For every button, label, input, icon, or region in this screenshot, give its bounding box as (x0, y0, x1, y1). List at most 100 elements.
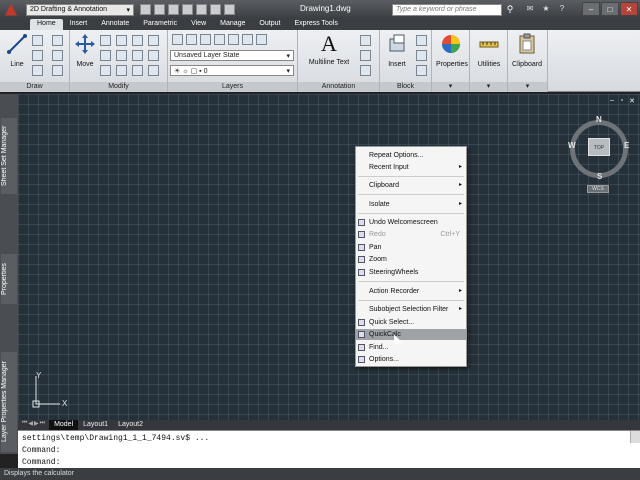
application-menu-button[interactable] (0, 0, 22, 19)
command-scrollbar[interactable] (630, 431, 640, 443)
layer-tool-icon[interactable] (228, 34, 239, 45)
next-layout-icon[interactable]: ▶ (34, 420, 39, 430)
layer-properties-icon[interactable] (172, 34, 183, 45)
save-as-icon[interactable] (182, 4, 193, 15)
menu-subobject-filter[interactable]: Subobject Selection Filter ▸ (356, 304, 466, 315)
compass-east[interactable]: E (624, 141, 629, 150)
edit-block-icon[interactable] (416, 50, 427, 61)
help-icon[interactable]: ? (556, 3, 568, 15)
viewport-restore-icon[interactable]: ▫ (618, 97, 626, 105)
hatch-icon[interactable] (52, 50, 63, 61)
modify-panel-title[interactable]: Modify (70, 82, 167, 92)
tab-layout1[interactable]: Layout1 (78, 420, 113, 430)
offset-icon[interactable] (148, 50, 159, 61)
dimension-icon[interactable] (360, 35, 371, 46)
save-icon[interactable] (168, 4, 179, 15)
open-file-icon[interactable] (154, 4, 165, 15)
search-input[interactable]: Type a keyword or phrase (392, 4, 502, 16)
redo-icon[interactable] (210, 4, 221, 15)
table-icon[interactable] (360, 65, 371, 76)
layers-panel-title[interactable]: Layers (168, 82, 297, 92)
explode-icon[interactable] (148, 35, 159, 46)
polyline-icon[interactable] (32, 35, 43, 46)
clipboard-panel-arrow[interactable]: ▾ (508, 82, 547, 92)
last-layout-icon[interactable]: ⏭ (40, 420, 45, 430)
tab-home[interactable]: Home (30, 19, 63, 30)
tab-output[interactable]: Output (252, 19, 287, 30)
close-button[interactable]: ✕ (620, 2, 638, 16)
prev-layout-icon[interactable]: ◀ (28, 420, 33, 430)
menu-clipboard[interactable]: Clipboard ▸ (356, 180, 466, 191)
create-block-icon[interactable] (416, 35, 427, 46)
menu-undo[interactable]: Undo Welcomescreen (356, 217, 466, 228)
menu-recent-input[interactable]: Recent Input ▸ (356, 162, 466, 173)
block-panel-title[interactable]: Block (380, 82, 431, 92)
properties-button[interactable]: Properties (436, 33, 468, 68)
properties-palette-tab[interactable]: Properties (1, 254, 17, 304)
draw-panel-title[interactable]: Draw (0, 82, 69, 92)
menu-redo[interactable]: Redo Ctrl+Y (356, 229, 466, 240)
properties-panel-arrow[interactable]: ▾ (432, 82, 469, 92)
viewport-minimize-icon[interactable]: – (608, 97, 616, 105)
trim-icon[interactable] (116, 35, 127, 46)
erase-icon[interactable] (132, 35, 143, 46)
layer-tool-icon[interactable] (242, 34, 253, 45)
tab-annotate[interactable]: Annotate (94, 19, 136, 30)
rectangle-icon[interactable] (52, 35, 63, 46)
communication-center-icon[interactable]: ✉ (524, 3, 536, 15)
tab-parametric[interactable]: Parametric (136, 19, 184, 30)
utilities-panel-arrow[interactable]: ▾ (470, 82, 507, 92)
menu-repeat-options[interactable]: Repeat Options... (356, 150, 466, 161)
scale-icon[interactable] (116, 65, 127, 76)
layer-tool-icon[interactable] (214, 34, 225, 45)
menu-steeringwheels[interactable]: SteeringWheels (356, 267, 466, 278)
layer-state-select[interactable]: Unsaved Layer State ▾ (170, 50, 294, 61)
viewport-close-icon[interactable]: ✕ (628, 97, 636, 105)
viewcube-top-face[interactable]: TOP (588, 138, 610, 156)
new-file-icon[interactable] (140, 4, 151, 15)
block-attributes-icon[interactable] (416, 65, 427, 76)
compass-south[interactable]: S (597, 172, 602, 181)
fillet-icon[interactable] (132, 50, 143, 61)
workspace-select[interactable]: 2D Drafting & Annotation ▾ (26, 3, 134, 16)
layer-tool-icon[interactable] (186, 34, 197, 45)
tab-insert[interactable]: Insert (63, 19, 95, 30)
ellipse-icon[interactable] (52, 65, 63, 76)
undo-icon[interactable] (196, 4, 207, 15)
tab-manage[interactable]: Manage (213, 19, 252, 30)
favorites-icon[interactable]: ★ (540, 3, 552, 15)
search-icon[interactable]: ⚲ (504, 4, 516, 16)
menu-pan[interactable]: Pan (356, 242, 466, 253)
menu-find[interactable]: Find... (356, 342, 466, 353)
array-icon[interactable] (132, 65, 143, 76)
modify-more-icon[interactable] (148, 65, 159, 76)
arc-icon[interactable] (32, 65, 43, 76)
tab-model[interactable]: Model (49, 420, 79, 430)
compass-west[interactable]: W (568, 141, 576, 150)
multiline-text-button[interactable]: A Multiline Text (306, 33, 352, 67)
menu-quickcalc[interactable]: QuickCalc (356, 329, 466, 340)
circle-icon[interactable] (32, 50, 43, 61)
maximize-button[interactable]: □ (601, 2, 619, 16)
insert-button[interactable]: Insert (382, 33, 412, 68)
layer-tool-icon[interactable] (200, 34, 211, 45)
viewcube[interactable]: TOP N S E W (566, 115, 632, 182)
first-layout-icon[interactable]: ⏮ (22, 420, 27, 430)
clipboard-button[interactable]: Clipboard (512, 33, 542, 68)
layer-tool-icon[interactable] (256, 34, 267, 45)
minimize-button[interactable]: – (582, 2, 600, 16)
command-line[interactable]: settings\temp\Drawing1_1_1_7494.sv$ ... … (18, 430, 640, 468)
current-layer-select[interactable]: ☀ ☼ ▢ ▪ 0 ▾ (170, 65, 294, 76)
sheet-set-manager-tab[interactable]: Sheet Set Manager (1, 118, 17, 194)
copy-icon[interactable] (100, 50, 111, 61)
drawing-canvas[interactable]: – ▫ ✕ (18, 94, 640, 420)
annotation-panel-title[interactable]: Annotation (298, 82, 379, 92)
rotate-icon[interactable] (100, 35, 111, 46)
move-button[interactable]: Move (70, 33, 100, 68)
menu-action-recorder[interactable]: Action Recorder ▸ (356, 286, 466, 297)
tab-layout2[interactable]: Layout2 (113, 420, 148, 430)
wcs-menu[interactable]: WCS (587, 185, 609, 193)
leader-icon[interactable] (360, 50, 371, 61)
mirror-icon[interactable] (116, 50, 127, 61)
layer-properties-manager-tab[interactable]: Layer Properties Manager (1, 352, 17, 452)
